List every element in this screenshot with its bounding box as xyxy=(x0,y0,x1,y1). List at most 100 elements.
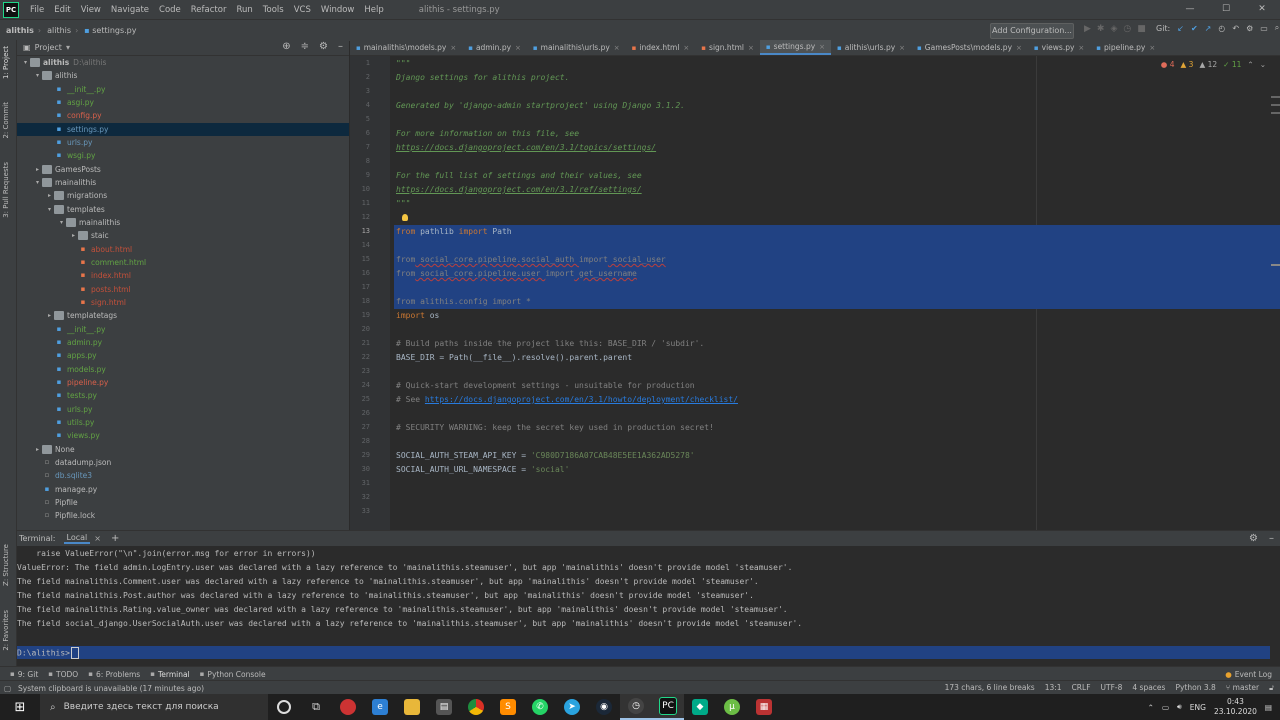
code-editor[interactable]: 1 2 3 4 5 6 7 8 9 10 11 12 13 14 15 16 17 18 19 20 21 22 23 24 2… xyxy=(350,56,1280,530)
pycharm-icon[interactable]: PC xyxy=(652,694,684,720)
close-tab-icon[interactable]: × xyxy=(1078,44,1084,52)
tree-item[interactable]: ▾ mainalithis xyxy=(17,176,349,189)
taskbar-search-box[interactable]: ⌕ Введите здесь текст для поиска xyxy=(40,694,268,720)
chevron-down-icon[interactable]: ▾ xyxy=(57,219,66,226)
lightbulb-icon[interactable] xyxy=(402,214,408,221)
menu-help[interactable]: Help xyxy=(359,5,388,15)
menu-vcs[interactable]: VCS xyxy=(289,5,316,15)
tree-item[interactable]: ▾ alithis D:\alithis xyxy=(17,56,349,69)
window-layout-icon[interactable]: ▭ xyxy=(1260,24,1268,33)
tool-tab[interactable]: ▪ Python Console xyxy=(200,670,266,679)
editor-tab[interactable]: ▪ GamesPosts\models.py × xyxy=(911,40,1028,55)
app-icon-1[interactable] xyxy=(332,694,364,720)
new-terminal-icon[interactable]: + xyxy=(111,533,119,544)
commit-tool-tab[interactable]: 2: Commit xyxy=(2,102,10,139)
chevron-right-icon[interactable]: ▸ xyxy=(45,192,54,199)
tree-item[interactable]: ▫ datadump.json xyxy=(17,456,349,469)
tree-item[interactable]: ▪ comment.html xyxy=(17,256,349,269)
git-push-icon[interactable]: ↗ xyxy=(1205,24,1212,33)
close-tab-icon[interactable]: × xyxy=(683,44,689,52)
tree-item[interactable]: ▪ wsgi.py xyxy=(17,149,349,162)
app-icon-2[interactable]: ◷ xyxy=(620,694,652,720)
editor-tab[interactable]: ▪ admin.py × xyxy=(462,40,527,55)
editor-tab[interactable]: ▪ mainalithis\models.py × xyxy=(350,40,462,55)
menu-edit[interactable]: Edit xyxy=(49,5,75,15)
tree-item[interactable]: ▪ urls.py xyxy=(17,136,349,149)
tree-item[interactable]: ▪ manage.py xyxy=(17,483,349,496)
tree-item[interactable]: ▸ staic xyxy=(17,229,349,242)
maximize-button[interactable]: ☐ xyxy=(1208,0,1244,19)
windows-start-icon[interactable]: ⊞ xyxy=(0,694,40,720)
tree-item[interactable]: ▸ None xyxy=(17,443,349,456)
event-log-button[interactable]: ● Event Log xyxy=(1225,670,1272,679)
comment-link[interactable]: https://docs.djangoproject.com/en/3.1/ho… xyxy=(425,395,738,404)
tree-item[interactable]: ▫ Pipfile.lock xyxy=(17,509,349,522)
chevron-down-icon[interactable]: ▾ xyxy=(33,179,42,186)
editor-tab[interactable]: ▪ views.py × xyxy=(1028,40,1090,55)
terminal-prompt[interactable]: D:\alithis> xyxy=(17,647,79,659)
store-icon[interactable]: ▤ xyxy=(428,694,460,720)
code-line-7[interactable]: https://docs.djangoproject.com/en/3.1/to… xyxy=(396,143,656,152)
tree-item[interactable]: ▪ admin.py xyxy=(17,336,349,349)
editor-tab[interactable]: ▪ index.html × xyxy=(626,40,696,55)
git-commit-icon[interactable]: ✔ xyxy=(1191,24,1198,33)
chrome-icon[interactable] xyxy=(460,694,492,720)
editor-tab[interactable]: ▪ pipeline.py × xyxy=(1090,40,1161,55)
search-everywhere-icon[interactable]: ⌕ xyxy=(1275,23,1279,33)
caret-position[interactable]: 13:1 xyxy=(1045,683,1062,693)
code-line-10[interactable]: https://docs.djangoproject.com/en/3.1/re… xyxy=(396,185,642,194)
tree-item[interactable]: ▸ migrations xyxy=(17,189,349,202)
editor-tab[interactable]: ▪ alithis\urls.py × xyxy=(831,40,911,55)
tree-item[interactable]: ▪ settings.py xyxy=(17,122,349,136)
tree-item[interactable]: ▪ apps.py xyxy=(17,349,349,362)
close-tab-icon[interactable]: × xyxy=(748,44,754,52)
hide-panel-icon[interactable]: – xyxy=(1269,533,1274,544)
steam-icon[interactable]: ◉ xyxy=(588,694,620,720)
tree-item[interactable]: ▪ sign.html xyxy=(17,296,349,309)
inspection-widget[interactable]: ● 4 ▲ 3 ▲ 12 ✓ 11 ⌃ ⌄ xyxy=(1161,60,1266,69)
breadcrumb-project[interactable]: alithis xyxy=(6,26,34,35)
sublime-icon[interactable]: S xyxy=(492,694,524,720)
chevron-right-icon[interactable]: ▸ xyxy=(69,232,78,239)
history-icon[interactable]: ◴ xyxy=(1218,24,1225,33)
editor-tab[interactable]: ▪ sign.html × xyxy=(695,40,760,55)
language-indicator[interactable]: ENG xyxy=(1190,703,1206,712)
project-tool-tab[interactable]: 1: Project xyxy=(2,46,10,79)
profile-icon[interactable]: ◷ xyxy=(1123,24,1131,34)
close-tab-icon[interactable]: × xyxy=(1149,44,1155,52)
tree-item[interactable]: ▾ alithis xyxy=(17,69,349,82)
tool-tab[interactable]: ▪ 6: Problems xyxy=(88,670,140,679)
tree-item[interactable]: ▾ templates xyxy=(17,203,349,216)
error-stripe[interactable] xyxy=(1271,96,1280,272)
tree-item[interactable]: ▪ asgi.py xyxy=(17,96,349,109)
git-branch[interactable]: ⑂ master xyxy=(1226,683,1259,693)
gear-icon[interactable]: ⚙ xyxy=(319,41,328,52)
terminal-output[interactable]: raise ValueError("\n".join(error.msg for… xyxy=(17,546,1280,664)
telegram-icon[interactable]: ➤ xyxy=(556,694,588,720)
chevron-right-icon[interactable]: ▸ xyxy=(33,166,42,173)
menu-window[interactable]: Window xyxy=(316,5,360,15)
task-view-icon[interactable]: ⧉ xyxy=(300,694,332,720)
python-interpreter[interactable]: Python 3.8 xyxy=(1175,683,1215,693)
add-configuration-button[interactable]: Add Configuration... xyxy=(990,23,1074,39)
close-tab-icon[interactable]: × xyxy=(1016,44,1022,52)
menu-tools[interactable]: Tools xyxy=(258,5,289,15)
edge-icon[interactable]: e xyxy=(364,694,396,720)
whatsapp-icon[interactable]: ✆ xyxy=(524,694,556,720)
close-tab-icon[interactable]: × xyxy=(450,44,456,52)
tree-item[interactable]: ▫ Pipfile xyxy=(17,496,349,509)
lock-icon[interactable]: 🔓︎ xyxy=(1269,683,1274,693)
close-button[interactable]: ✕ xyxy=(1244,0,1280,19)
breadcrumb-package[interactable]: alithis xyxy=(47,26,71,35)
menu-view[interactable]: View xyxy=(76,5,106,15)
chevron-up-icon[interactable]: ⌃ xyxy=(1247,60,1253,69)
close-tab-icon[interactable]: × xyxy=(614,44,620,52)
chevron-right-icon[interactable]: ▸ xyxy=(45,312,54,319)
gear-icon[interactable]: ⚙ xyxy=(1249,533,1258,544)
close-tab-icon[interactable]: × xyxy=(819,43,825,51)
tree-item[interactable]: ▪ utils.py xyxy=(17,416,349,429)
tree-item[interactable]: ▪ views.py xyxy=(17,429,349,442)
tool-tab[interactable]: ▪ 9: Git xyxy=(10,670,38,679)
hide-panel-icon[interactable]: – xyxy=(338,41,343,52)
tree-item[interactable]: ▪ tests.py xyxy=(17,389,349,402)
